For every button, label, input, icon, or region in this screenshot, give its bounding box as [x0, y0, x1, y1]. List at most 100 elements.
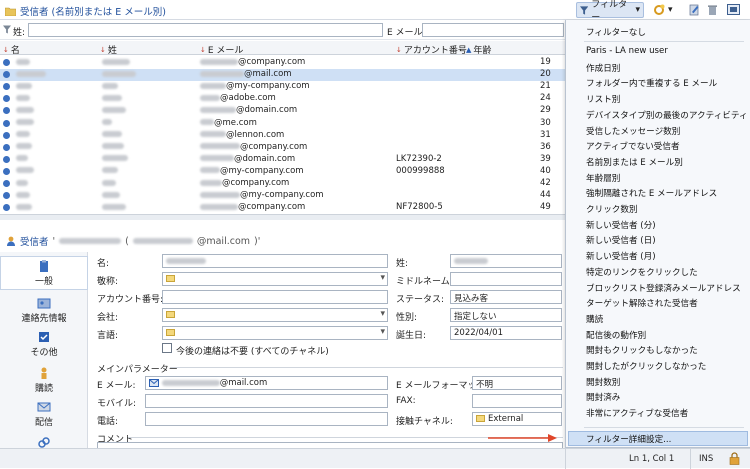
table-row[interactable]: @my-company.com 21 [0, 81, 565, 93]
table-row[interactable]: @domain.com 29 [0, 105, 565, 117]
status-bar: Ln 1, Col 1 INS [0, 448, 750, 469]
pane-splitter[interactable] [0, 214, 565, 220]
contact-card-icon [37, 298, 51, 309]
birth-input[interactable]: 2022/04/01 [450, 326, 562, 340]
nav-subscriptions[interactable]: 購読 [0, 364, 88, 396]
nav-other[interactable]: その他 [0, 328, 88, 360]
no-contact-checkbox[interactable] [162, 343, 172, 353]
sort-ascending-icon: ▲ [466, 45, 472, 54]
menu-item[interactable]: 開封もクリックもしなかった [586, 344, 698, 356]
menu-item[interactable]: 開封数別 [586, 376, 620, 388]
person-icon [3, 143, 10, 151]
menu-item[interactable]: リスト別 [586, 93, 620, 105]
delete-button[interactable] [704, 2, 721, 18]
menu-item[interactable]: 名前別または E メール別 [586, 156, 683, 168]
table-row[interactable]: @lennon.com 31 [0, 130, 565, 142]
detail-view-button[interactable] [724, 2, 743, 18]
column-age[interactable]: ▲ 年齢 [466, 43, 491, 57]
menu-item[interactable]: 年齢層別 [586, 172, 620, 184]
nav-general[interactable]: 一般 [0, 256, 88, 290]
menu-item[interactable]: 配信後の動作別 [586, 329, 646, 341]
menu-item[interactable]: 強制隔離された E メールアドレス [586, 187, 717, 199]
email-filter-input[interactable] [422, 23, 564, 37]
table-row[interactable]: @company.com 42 [0, 178, 565, 190]
menu-item[interactable]: Paris - LA new user [586, 46, 668, 56]
table-row[interactable]: @company.com NF72800-5 49 [0, 202, 565, 214]
menu-item[interactable]: 新しい受信者 (月) [586, 250, 656, 262]
last-name-filter-input[interactable] [28, 23, 383, 37]
table-row[interactable]: @me.com 30 [0, 118, 565, 130]
menu-item[interactable]: 新しい受信者 (日) [586, 234, 656, 246]
menu-item[interactable]: 作成日別 [586, 62, 620, 74]
cell-last-name [102, 190, 120, 200]
table-row[interactable]: @company.com 19 [0, 57, 565, 69]
menu-item[interactable]: 購読 [586, 313, 603, 325]
menu-separator [584, 427, 744, 428]
menu-item[interactable]: クリック数別 [586, 203, 638, 215]
cell-age: 29 [540, 105, 551, 116]
cell-last-name [102, 57, 130, 67]
birth-value: 2022/04/01 [454, 328, 503, 338]
filter-button[interactable]: フィルター ▾ [576, 0, 644, 23]
cell-last-name [102, 118, 112, 128]
nav-deliveries[interactable]: 配信 [0, 398, 88, 430]
language-select[interactable] [162, 326, 388, 340]
nav-contact[interactable]: 連絡先情報 [0, 294, 88, 326]
table-row[interactable]: @my-company.com 000999888 40 [0, 166, 565, 178]
table-row[interactable]: @adobe.com 24 [0, 93, 565, 105]
person-icon [3, 95, 10, 103]
table-row[interactable]: @domain.com LK72390-2 39 [0, 154, 565, 166]
person-icon [3, 59, 10, 66]
account-input[interactable] [162, 290, 388, 304]
new-button[interactable]: ▾ [650, 2, 676, 18]
email-input[interactable]: @mail.com [145, 376, 388, 390]
menu-item[interactable]: 受信したメッセージ数別 [586, 125, 680, 137]
gender-select[interactable]: 指定しない [450, 308, 562, 322]
cell-first-name [16, 57, 30, 67]
channel-select[interactable]: External [472, 412, 562, 426]
status-select[interactable]: 見込み客 [450, 290, 562, 304]
table-row[interactable]: @my-company.com 44 [0, 190, 565, 202]
menu-item[interactable]: フォルダー内で重複する E メール [586, 77, 717, 89]
menu-item[interactable]: 非常にアクティブな受信者 [586, 407, 688, 419]
link-icon [166, 275, 175, 282]
person-icon [3, 131, 10, 139]
email-format-select[interactable]: 不明 [472, 376, 562, 390]
column-email[interactable]: ↓ E メール [200, 43, 243, 57]
menu-item[interactable]: 開封済み [586, 391, 620, 403]
company-select[interactable] [162, 308, 388, 322]
menu-item[interactable]: アクティブでない受信者 [586, 140, 680, 152]
edit-button[interactable] [686, 2, 703, 18]
email-user-value [161, 379, 220, 386]
menu-item[interactable]: フィルターなし [586, 26, 646, 38]
table-row[interactable]: @company.com 36 [0, 142, 565, 154]
menu-item[interactable]: 開封したがクリックしなかった [586, 360, 706, 372]
filter-menu: フィルターなし Paris - LA new user 作成日別フォルダー内で重複す… [565, 20, 750, 448]
detail-title-paren-open: ( [125, 235, 129, 247]
status-divider [565, 449, 566, 469]
menu-item[interactable]: デバイスタイプ別の最後のアクティビティ [586, 109, 748, 121]
nav-subscriptions-label: 購読 [34, 384, 53, 394]
menu-item-advanced-filter[interactable]: フィルター詳細設定... [586, 433, 671, 445]
cell-email: @domain.com [200, 154, 295, 164]
column-account[interactable]: ↓ アカウント番号 [396, 43, 467, 57]
middle-name-input[interactable] [450, 272, 562, 286]
menu-item[interactable]: ターゲット解除された受信者 [586, 297, 698, 309]
table-row[interactable]: @mail.com 20 [0, 69, 565, 81]
last-name-input[interactable] [450, 254, 562, 268]
menu-item[interactable]: 特定のリンクをクリックした [586, 266, 698, 278]
fax-input[interactable] [472, 394, 562, 408]
funnel-icon [3, 25, 11, 34]
chevron-down-icon: ▾ [668, 5, 673, 15]
detail-title-email-user [132, 238, 193, 244]
column-last-name[interactable]: ↓ 姓 [100, 43, 117, 57]
first-name-input[interactable] [162, 254, 388, 268]
list-title: 受信者 (名前別または E メール別) [5, 4, 166, 18]
menu-item[interactable]: 新しい受信者 (分) [586, 219, 656, 231]
insert-mode: INS [699, 454, 714, 464]
phone-input[interactable] [145, 412, 388, 426]
menu-item[interactable]: ブロックリスト登録済みメールアドレス [586, 282, 741, 294]
mobile-input[interactable] [145, 394, 388, 408]
column-first-name[interactable]: ↓ 名 [3, 43, 20, 57]
salutation-select[interactable] [162, 272, 388, 286]
